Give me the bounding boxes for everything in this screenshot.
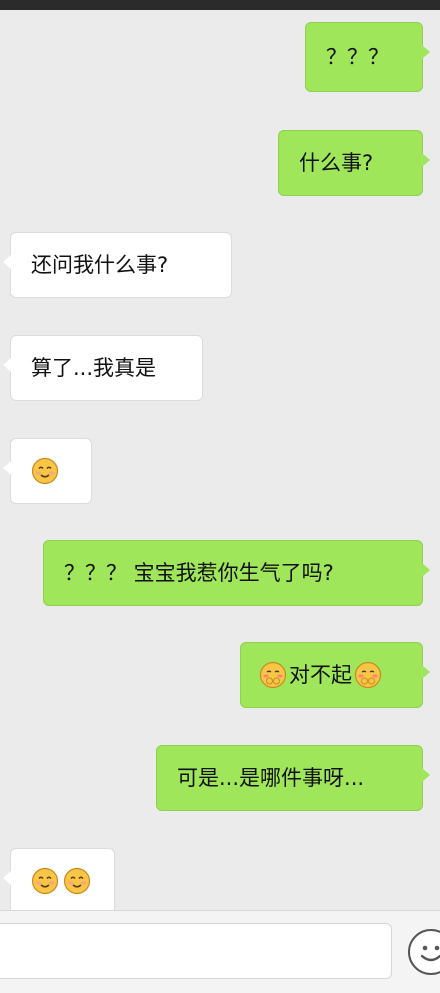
chat-bubble-received[interactable]: 算了...我真是 — [3, 335, 203, 401]
message-text: 可是...是哪件事呀... — [177, 765, 365, 790]
chat-bubble-sent[interactable]: ？？？ 宝宝我惹你生气了吗? — [43, 540, 430, 606]
shy-emoji-icon — [259, 661, 287, 689]
chat-bubble-received[interactable] — [3, 438, 92, 504]
chat-bubble-received[interactable] — [3, 848, 115, 910]
chat-message-list[interactable]: ？？？ 什么事? 还问我什么事? 算了...我真是 ？？？ 宝宝我惹你生气了吗? — [0, 10, 440, 910]
chat-bubble-sent[interactable]: ？？？ — [305, 22, 430, 92]
message-text: 还问我什么事? — [31, 252, 169, 277]
emoji-picker-button[interactable] — [408, 929, 440, 975]
smile-emoji-icon — [31, 867, 59, 895]
message-text: ？？？ — [326, 44, 389, 69]
smiley-icon — [420, 945, 440, 962]
message-text: 算了...我真是 — [31, 355, 157, 380]
message-text: 对不起 — [289, 662, 352, 687]
smile-emoji-icon — [63, 867, 91, 895]
message-text: 什么事? — [299, 150, 374, 175]
shy-emoji-icon — [354, 661, 382, 689]
status-bar — [0, 0, 440, 10]
smile-emoji-icon — [31, 457, 59, 485]
message-input[interactable] — [0, 923, 392, 979]
chat-input-bar — [0, 910, 440, 993]
chat-bubble-received[interactable]: 还问我什么事? — [3, 232, 232, 298]
chat-bubble-sent[interactable]: 对不起 — [240, 642, 430, 708]
chat-bubble-sent[interactable]: 什么事? — [278, 130, 430, 196]
message-text: ？？？ 宝宝我惹你生气了吗? — [64, 560, 334, 585]
chat-bubble-sent[interactable]: 可是...是哪件事呀... — [156, 745, 430, 811]
